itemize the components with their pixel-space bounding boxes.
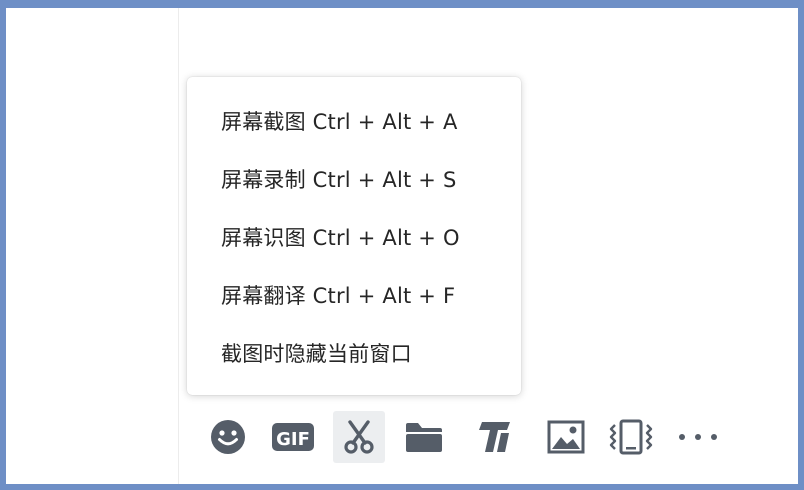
image-button[interactable] (540, 411, 592, 463)
more-button[interactable] (672, 411, 724, 463)
input-toolbar: GIF (202, 411, 762, 463)
screenshot-context-menu: 屏幕截图 Ctrl + Alt + A 屏幕录制 Ctrl + Alt + S … (187, 77, 521, 395)
text-style-button[interactable] (467, 411, 519, 463)
file-button[interactable] (398, 411, 450, 463)
image-icon (547, 420, 585, 454)
screenshot-button[interactable] (333, 411, 385, 463)
menu-item-hide-window-on-capture[interactable]: 截图时隐藏当前窗口 (221, 336, 412, 372)
scissors-icon (344, 420, 374, 454)
chat-window: 屏幕截图 Ctrl + Alt + A 屏幕录制 Ctrl + Alt + S … (6, 8, 798, 484)
more-icon (679, 434, 717, 440)
menu-item-screen-record[interactable]: 屏幕录制 Ctrl + Alt + S (221, 162, 457, 198)
menu-item-screen-translate[interactable]: 屏幕翻译 Ctrl + Alt + F (221, 278, 455, 314)
gif-button[interactable]: GIF (267, 411, 319, 463)
folder-icon (406, 423, 442, 452)
text-style-icon (479, 422, 510, 452)
emoji-icon (211, 420, 245, 454)
menu-item-screenshot[interactable]: 屏幕截图 Ctrl + Alt + A (221, 104, 458, 140)
gif-icon: GIF (272, 423, 314, 451)
shake-button[interactable] (605, 411, 657, 463)
emoji-button[interactable] (202, 411, 254, 463)
contact-list-pane (6, 8, 179, 484)
gif-label: GIF (276, 429, 310, 450)
menu-item-screen-recognize[interactable]: 屏幕识图 Ctrl + Alt + O (221, 220, 460, 256)
shake-icon (609, 419, 653, 455)
